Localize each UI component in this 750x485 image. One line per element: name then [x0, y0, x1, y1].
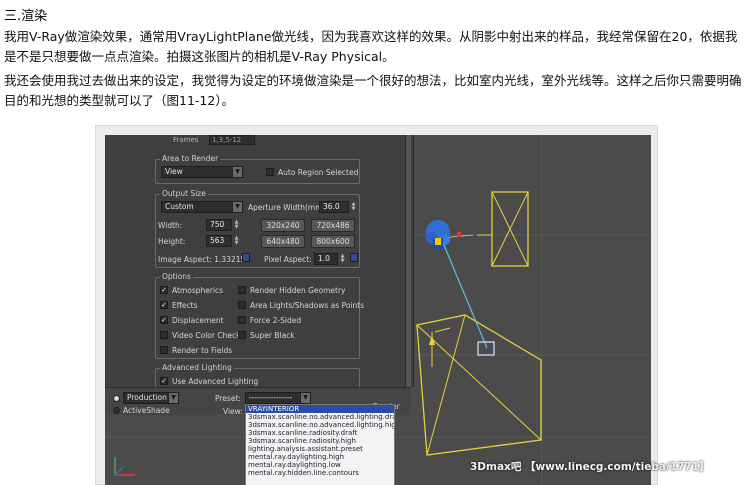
preset-800x600-button[interactable]: 800x600	[311, 235, 355, 248]
render-setup-dialog: Frames 1,3,5-12 Area to Render View ▼ Au…	[105, 135, 414, 390]
preset-720x486-button[interactable]: 720x486	[311, 219, 355, 232]
dialog-scrollbar[interactable]	[405, 135, 411, 387]
preset-list-item[interactable]: 3dsmax.scanline.radiosity.high	[246, 437, 394, 445]
area-dropdown[interactable]: View ▼	[161, 166, 243, 178]
view-label: View:	[223, 407, 243, 416]
section-heading: 三.渲染	[4, 9, 48, 24]
max-screenshot: Frames 1,3,5-12 Area to Render View ▼ Au…	[105, 135, 651, 485]
spinner-icon[interactable]: ▲ ▼	[233, 220, 240, 230]
output-size-title: Output Size	[160, 189, 208, 198]
width-label: Width:	[158, 221, 183, 230]
atmospherics-label: Atmospherics	[172, 286, 224, 295]
advanced-lighting-title: Advanced Lighting	[160, 363, 234, 372]
force-2-sided-label: Force 2-Sided	[250, 316, 302, 325]
chevron-down-icon: ▼	[168, 393, 178, 403]
axis-gizmo-icon	[114, 457, 135, 476]
video-color-check-label: Video Color Check	[172, 331, 241, 340]
render-to-fields-checkbox[interactable]	[160, 346, 168, 354]
super-black-checkbox[interactable]	[238, 331, 246, 339]
render-hidden-geometry-label: Render Hidden Geometry	[250, 286, 346, 295]
output-size-dropdown-value: Custom	[165, 202, 194, 211]
spinner-icon[interactable]: ▲ ▼	[233, 236, 240, 246]
production-dropdown[interactable]: Production ▼	[123, 392, 179, 404]
light-plane-gizmo-bottom	[416, 314, 542, 456]
height-value: 563	[210, 236, 225, 245]
spinner-icon[interactable]: ▲ ▼	[350, 202, 357, 212]
use-advanced-lighting-checkbox[interactable]: ✓	[160, 377, 168, 385]
output-size-group: Output Size Custom ▼ Aperture Width(mm):…	[155, 189, 360, 268]
preset-320x240-button[interactable]: 320x240	[261, 219, 305, 232]
preset-dropdown[interactable]: ---------------- ▼	[245, 392, 311, 404]
displacement-label: Displacement	[172, 316, 224, 325]
chevron-down-icon: ▼	[232, 202, 242, 212]
production-label: Production	[127, 393, 167, 402]
activeshade-radio[interactable]	[113, 407, 120, 414]
displacement-checkbox[interactable]: ✓	[160, 316, 168, 324]
width-input[interactable]: 750 ▲ ▼	[206, 219, 238, 231]
chevron-down-icon: ▼	[300, 393, 310, 403]
render-to-fields-label: Render to Fields	[172, 346, 233, 355]
preset-list-item[interactable]: 3dsmax.scanline.no.advanced.lighting.dra…	[246, 413, 394, 421]
lock-icon[interactable]	[242, 253, 250, 262]
production-radio[interactable]	[113, 395, 120, 402]
watermark-text: 3Dmax吧 【www.linecg.com/tieba/1771】	[470, 461, 710, 473]
width-value: 750	[210, 220, 225, 229]
omni-light-icon	[426, 220, 450, 250]
lock-icon[interactable]	[350, 253, 358, 262]
light-target	[440, 232, 495, 356]
preset-list-item[interactable]: mental.ray.daylighting.high	[246, 453, 394, 461]
area-to-render-title: Area to Render	[160, 154, 221, 163]
pixel-aspect-input[interactable]: 1.0 ▲ ▼	[314, 253, 344, 265]
height-label: Height:	[158, 237, 186, 246]
area-lights-label: Area Lights/Shadows as Points	[250, 301, 365, 310]
effects-label: Effects	[172, 301, 198, 310]
preset-list-item[interactable]: 3dsmax.scanline.no.advanced.lighting.hig…	[246, 421, 394, 429]
auto-region-label: Auto Region Selected	[278, 168, 359, 177]
image-aspect-label: Image Aspect: 1.33215	[158, 255, 246, 264]
height-input[interactable]: 563 ▲ ▼	[206, 235, 238, 247]
paragraph-2: 我还会使用我过去做出来的设定，我觉得为设定的环境做渲染是一个很好的想法，比如室内…	[4, 73, 742, 108]
preset-list-item[interactable]: mental.ray.hidden.line.contours	[246, 469, 394, 477]
use-advanced-lighting-label: Use Advanced Lighting	[172, 377, 259, 386]
preset-label: Preset:	[215, 394, 241, 403]
area-lights-checkbox[interactable]	[238, 301, 246, 309]
aperture-input[interactable]: 36.0 ▲ ▼	[319, 201, 355, 213]
auto-region-checkbox[interactable]	[266, 168, 274, 176]
preset-list-item[interactable]: mental.ray.daylighting.low	[246, 461, 394, 469]
options-title: Options	[160, 272, 193, 281]
area-dropdown-value: View	[165, 167, 183, 176]
preset-640x480-button[interactable]: 640x480	[261, 235, 305, 248]
preset-dropdown-value: ----------------	[249, 393, 293, 402]
spinner-icon[interactable]: ▲ ▼	[339, 254, 346, 264]
activeshade-label: ActiveShade	[123, 406, 170, 415]
area-to-render-group: Area to Render View ▼ Auto Region Select…	[155, 154, 360, 184]
aperture-value: 36.0	[323, 202, 340, 211]
preset-list-item[interactable]: lighting.analysis.assistant.preset	[246, 445, 394, 453]
video-color-check-checkbox[interactable]	[160, 331, 168, 339]
pixel-aspect-label: Pixel Aspect:	[264, 255, 312, 264]
force-2-sided-checkbox[interactable]	[238, 316, 246, 324]
options-group: Options ✓ Atmospherics ✓ Effects ✓ Displ…	[155, 272, 364, 359]
output-size-dropdown[interactable]: Custom ▼	[161, 201, 243, 213]
atmospherics-checkbox[interactable]: ✓	[160, 286, 168, 294]
pixel-aspect-value: 1.0	[318, 254, 330, 263]
light-plane-gizmo-top	[477, 191, 529, 267]
preset-list-item[interactable]: 3dsmax.scanline.radiosity.draft	[246, 429, 394, 437]
preset-list-item[interactable]: VRAYINTERIOR	[246, 405, 394, 413]
preset-dropdown-list[interactable]: VRAYINTERIOR 3dsmax.scanline.no.advanced…	[245, 404, 395, 485]
frames-input[interactable]: 1,3,5-12	[209, 135, 255, 145]
paragraph-1: 我用V-Ray做渲染效果，通常用VrayLightPlane做光线，因为我喜欢这…	[4, 29, 738, 64]
aperture-label: Aperture Width(mm):	[248, 203, 328, 212]
super-black-label: Super Black	[250, 331, 295, 340]
frames-label: Frames	[173, 136, 199, 144]
render-hidden-geometry-checkbox[interactable]	[238, 286, 246, 294]
chevron-down-icon: ▼	[232, 167, 242, 177]
effects-checkbox[interactable]: ✓	[160, 301, 168, 309]
article-text: 三.渲染 我用V-Ray做渲染效果，通常用VrayLightPlane做光线，因…	[0, 0, 750, 120]
